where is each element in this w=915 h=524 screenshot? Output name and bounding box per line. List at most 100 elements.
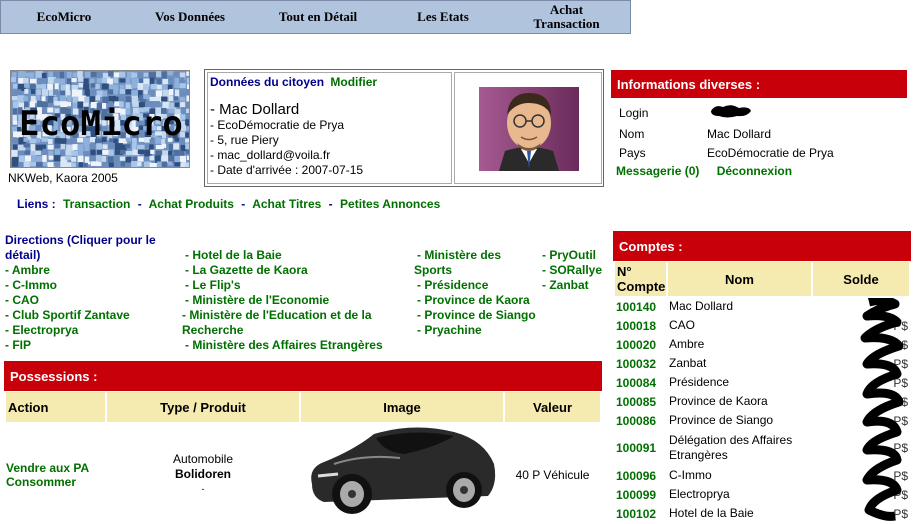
direction-link[interactable]: - CAO [5, 293, 175, 308]
directions-col-1: Directions (Cliquer pour le détail) - Am… [5, 233, 175, 353]
link-achat-produits[interactable]: Achat Produits [149, 197, 234, 211]
account-number[interactable]: 100084 [615, 374, 666, 391]
col-valeur: Valeur [505, 392, 600, 422]
consommer-link[interactable]: Consommer [6, 475, 105, 489]
col-nom: Nom [668, 262, 811, 296]
direction-link-cont[interactable]: Recherche [182, 323, 383, 338]
direction-link[interactable]: - Ministère des [414, 248, 536, 263]
account-name: Province de Siango [669, 413, 774, 427]
infos-table: Login Nom Mac Dollard Pays EcoDémocratie… [611, 101, 834, 162]
nav-ecomicro[interactable]: EcoMicro [1, 10, 127, 24]
account-number[interactable]: 100086 [615, 412, 666, 429]
top-nav: EcoMicro Vos Données Tout en Détail Les … [0, 0, 631, 34]
direction-link[interactable]: - Ministère de l'Education et de la [182, 308, 383, 323]
direction-link[interactable]: - Le Flip's [182, 278, 383, 293]
logo-caption: NKWeb, Kaora 2005 [8, 171, 118, 185]
direction-link[interactable]: - Ambre [5, 263, 175, 278]
logo-text: EcoMicro [19, 104, 183, 144]
account-balance: P$ [893, 337, 908, 352]
table-row: 100099 Electroprya P$ [615, 486, 909, 503]
account-name: Zanbat [669, 356, 707, 370]
directions-col-3: - Ministère des Sports - Présidence - Pr… [414, 248, 536, 338]
account-number[interactable]: 100085 [615, 393, 666, 410]
account-balance: P$ [893, 487, 908, 502]
infos-title: Informations diverses : [611, 70, 907, 98]
link-petites-annonces[interactable]: Petites Annonces [340, 197, 440, 211]
direction-link[interactable]: - Club Sportif Zantave [5, 308, 175, 323]
account-balance [813, 298, 909, 315]
product-type: Automobile [172, 452, 234, 466]
col-image: Image [301, 392, 503, 422]
direction-link[interactable]: - Ministère des Affaires Etrangères [182, 338, 383, 353]
nav-vos-donnees[interactable]: Vos Données [127, 10, 253, 24]
account-balance: P$ [893, 356, 908, 371]
table-row: 100102 Hotel de la Baie P$ [615, 505, 909, 522]
messagerie-link[interactable]: Messagerie (0) [616, 164, 699, 178]
vendre-link[interactable]: Vendre aux PA [6, 461, 105, 475]
account-balance: P$ [893, 441, 908, 455]
direction-link[interactable]: - Province de Kaora [414, 293, 536, 308]
account-number[interactable]: 100096 [615, 467, 666, 484]
direction-link[interactable]: - Zanbat [542, 278, 602, 293]
direction-link[interactable]: - Electroprya [5, 323, 175, 338]
table-row: Vendre aux PA Consommer Automobile Bolid… [6, 424, 600, 519]
deconnexion-link[interactable]: Déconnexion [717, 164, 792, 178]
account-name: Electroprya [669, 487, 730, 501]
citizen-name: - Mac Dollard [210, 101, 300, 118]
login-label: Login [619, 105, 649, 120]
table-row: 100032 Zanbat P$ [615, 355, 909, 372]
account-number[interactable]: 100018 [615, 317, 666, 334]
direction-link[interactable]: - Présidence [414, 278, 536, 293]
account-balance: P$ [893, 318, 908, 333]
citizen-panel: Données du citoyen Modifier - Mac Dollar… [204, 69, 604, 187]
product-name: Bolidoren [175, 467, 231, 481]
link-transaction[interactable]: Transaction [63, 197, 130, 211]
table-row: 100096 C-Immo P$ [615, 467, 909, 484]
direction-link[interactable]: - FIP [5, 338, 175, 353]
table-row: 100018 CAO P$ [615, 317, 909, 334]
car-image [301, 424, 503, 519]
table-row: 100086 Province de Siango P$ [615, 412, 909, 429]
account-number[interactable]: 100140 [615, 298, 666, 315]
modify-link[interactable]: Modifier [330, 75, 377, 89]
direction-link[interactable]: - C-Immo [5, 278, 175, 293]
comptes-table: N° Compte Nom Solde 100140 Mac Dollard 100… [613, 260, 911, 524]
account-balance: P$ [893, 506, 908, 521]
pays-label: Pays [619, 145, 646, 160]
nav-les-etats[interactable]: Les Etats [383, 10, 503, 24]
product-value: 40 P Véhicule [515, 467, 590, 482]
direction-link-cont[interactable]: Sports [414, 263, 536, 278]
table-row: 100091 Délégation des Affaires Etrangères… [615, 431, 909, 465]
col-num-compte: N° Compte [615, 262, 666, 296]
col-action: Action [6, 392, 105, 422]
direction-link[interactable]: - La Gazette de Kaora [182, 263, 383, 278]
nom-label: Nom [619, 126, 645, 141]
account-balance: P$ [893, 394, 908, 409]
direction-link[interactable]: - Ministère de l'Economie [182, 293, 383, 308]
citizen-address: - 5, rue Piery [210, 133, 279, 147]
account-number[interactable]: 100102 [615, 505, 666, 522]
account-number[interactable]: 100099 [615, 486, 666, 503]
direction-link[interactable]: - Hotel de la Baie [182, 248, 383, 263]
nav-achat-transaction[interactable]: Achat Transaction [503, 3, 630, 31]
citizen-arrival-date: - Date d'arrivée : 2007-07-15 [210, 163, 364, 177]
direction-link[interactable]: - SORallye [542, 263, 602, 278]
direction-link[interactable]: - Pryachine [414, 323, 536, 338]
account-number[interactable]: 100020 [615, 336, 666, 353]
link-achat-titres[interactable]: Achat Titres [252, 197, 321, 211]
account-name: CAO [669, 318, 696, 332]
table-row: 100084 Présidence P$ [615, 374, 909, 391]
account-balance: P$ [893, 413, 908, 428]
product-extra: - [201, 484, 205, 494]
direction-link[interactable]: - PryOutil [542, 248, 602, 263]
account-balance: P$ [893, 468, 908, 483]
nom-value: Mac Dollard [707, 126, 772, 141]
nav-tout-en-detail[interactable]: Tout en Détail [253, 10, 383, 24]
direction-link[interactable]: - Province de Siango [414, 308, 536, 323]
infos-panel: Informations diverses : Login Nom Mac Do… [611, 70, 907, 178]
comptes-title: Comptes : [613, 231, 911, 261]
account-name: C-Immo [669, 468, 712, 482]
account-number[interactable]: 100032 [615, 355, 666, 372]
account-name: Délégation des Affaires Etrangères [669, 433, 793, 462]
account-number[interactable]: 100091 [615, 431, 666, 465]
